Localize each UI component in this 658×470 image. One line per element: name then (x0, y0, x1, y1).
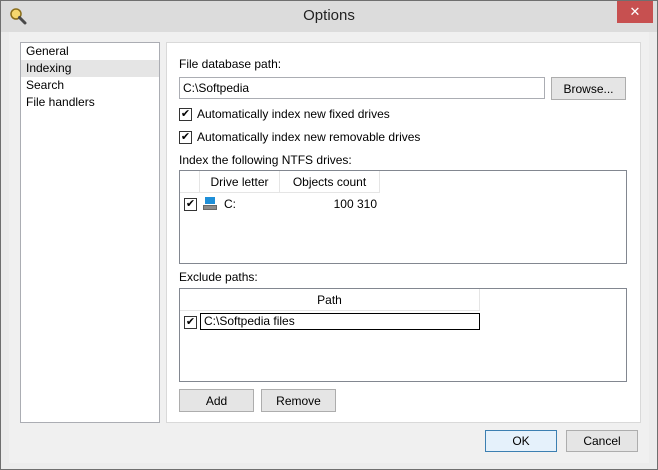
exclude-paths-table[interactable]: Path ✔ C:\Softpedia files (179, 288, 627, 382)
exclude-paths-label: Exclude paths: (179, 270, 258, 284)
column-drive-letter[interactable]: Drive letter (200, 171, 280, 193)
exclude-path-checkbox[interactable]: ✔ (184, 315, 197, 329)
indexing-panel: File database path: C:\Softpedia Browse.… (166, 42, 641, 423)
nav-item-general[interactable]: General (21, 43, 159, 60)
cancel-button[interactable]: Cancel (566, 430, 638, 452)
exclude-table-header: Path (180, 289, 480, 311)
db-path-label: File database path: (179, 57, 282, 71)
table-row[interactable]: ✔ C: 100 310 (184, 194, 380, 214)
drive-c-checkbox[interactable]: ✔ (184, 197, 197, 211)
auto-fixed-row[interactable]: ✔ Automatically index new fixed drives (179, 107, 390, 121)
ok-button[interactable]: OK (485, 430, 557, 452)
close-icon: ✕ (629, 4, 641, 19)
add-button[interactable]: Add (179, 389, 254, 412)
drive-icon (202, 197, 218, 211)
db-path-input[interactable]: C:\Softpedia (179, 77, 545, 99)
objects-count-cell: 100 310 (333, 197, 377, 211)
drives-table-header: Drive letter Objects count (180, 171, 380, 193)
settings-nav-list: General Indexing Search File handlers (20, 42, 160, 423)
options-window: Options ✕ General Indexing Search File h… (0, 0, 658, 470)
nav-item-search[interactable]: Search (21, 77, 159, 94)
remove-button[interactable]: Remove (261, 389, 336, 412)
auto-fixed-checkbox[interactable]: ✔ (179, 107, 192, 121)
auto-removable-checkbox[interactable]: ✔ (179, 130, 192, 144)
drive-letter-cell: C: (224, 197, 236, 211)
title-bar[interactable]: Options ✕ (1, 1, 657, 32)
auto-fixed-label: Automatically index new fixed drives (197, 107, 390, 121)
column-objects-count[interactable]: Objects count (280, 171, 380, 193)
window-title: Options (303, 7, 355, 24)
close-button[interactable]: ✕ (617, 1, 653, 23)
auto-removable-row[interactable]: ✔ Automatically index new removable driv… (179, 130, 420, 144)
nav-item-file-handlers[interactable]: File handlers (21, 94, 159, 111)
drives-table[interactable]: Drive letter Objects count ✔ C: 100 310 (179, 170, 627, 264)
browse-button[interactable]: Browse... (551, 77, 626, 100)
nav-item-indexing[interactable]: Indexing (21, 60, 159, 77)
auto-removable-label: Automatically index new removable drives (197, 130, 421, 144)
dialog-body: General Indexing Search File handlers Fi… (9, 32, 649, 463)
column-path[interactable]: Path (180, 289, 480, 311)
ntfs-drives-label: Index the following NTFS drives: (179, 153, 352, 167)
table-row[interactable]: ✔ (184, 312, 197, 332)
exclude-path-edit[interactable]: C:\Softpedia files (200, 313, 480, 330)
